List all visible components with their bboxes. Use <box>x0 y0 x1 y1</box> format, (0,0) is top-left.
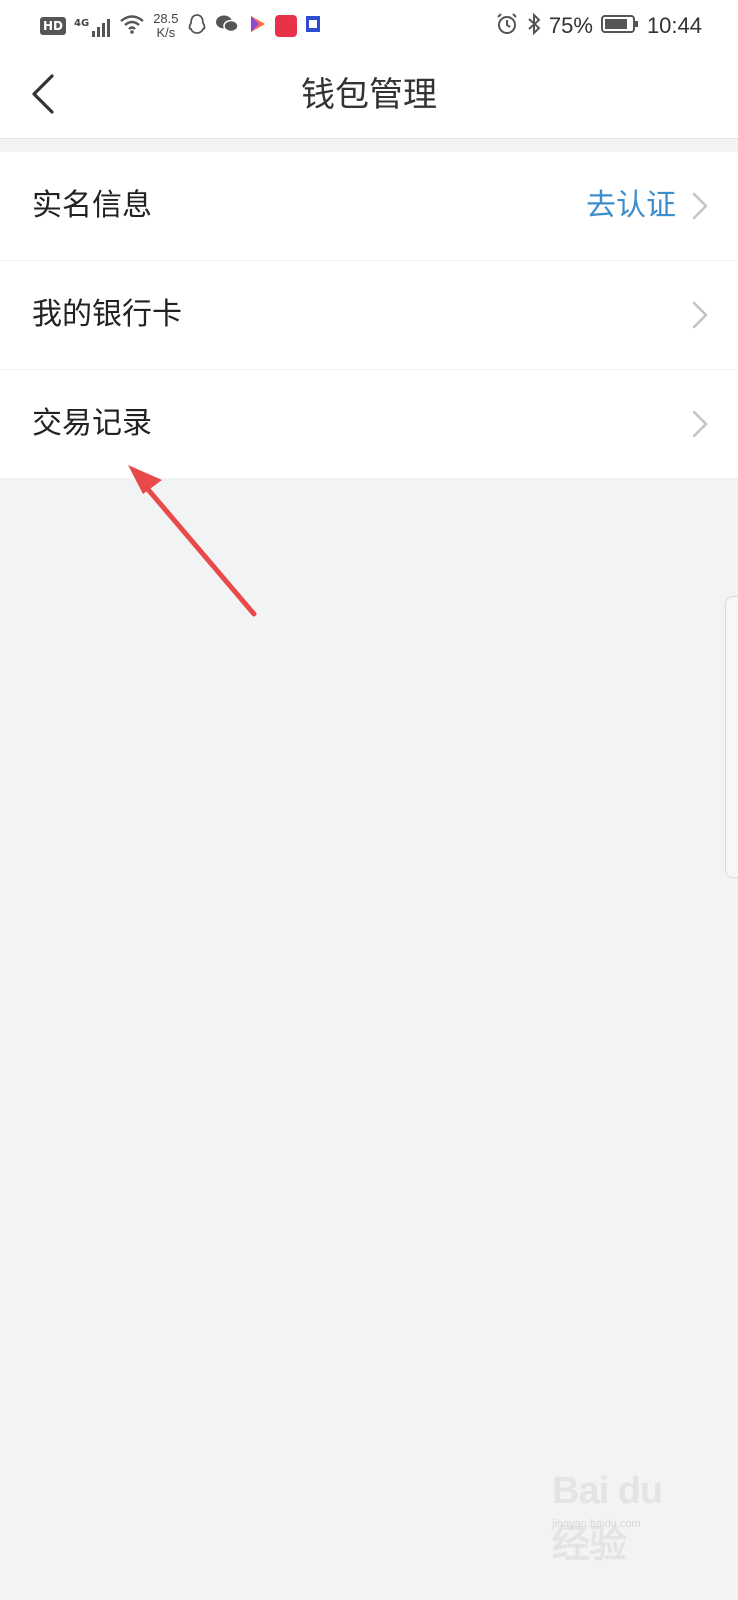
signal-icon: 4G <box>74 15 111 37</box>
menu-item-label: 我的银行卡 <box>32 297 182 332</box>
chevron-right-icon <box>692 410 708 438</box>
battery-percent: 75% <box>548 13 593 38</box>
back-button[interactable] <box>24 70 74 120</box>
status-right-group: 75% 10:44 <box>495 0 702 52</box>
nav-bar: 钱包管理 <box>0 52 738 139</box>
network-type: 4G <box>74 18 90 29</box>
watermark-url: jingyan.baidu.com <box>552 1518 641 1530</box>
chevron-right-icon <box>692 301 708 329</box>
video-app-icon <box>247 14 267 38</box>
alarm-icon <box>495 12 519 40</box>
chevron-right-icon <box>692 192 708 220</box>
speed-unit: K/s <box>156 25 176 40</box>
page-title: 钱包管理 <box>301 75 437 115</box>
clock: 10:44 <box>646 13 702 38</box>
menu-item-real-name-info[interactable]: 实名信息 去认证 <box>0 152 738 261</box>
wifi-icon <box>119 14 145 38</box>
bluetooth-icon <box>527 12 541 40</box>
network-speed: 28.5 K/s <box>153 12 178 40</box>
hd-badge: HD <box>40 17 67 35</box>
status-bar: HD 4G 28.5 K/s 75% 10:44 <box>0 0 738 52</box>
speed-value: 28.5 <box>153 11 179 26</box>
status-left-group: HD 4G 28.5 K/s <box>40 0 321 52</box>
menu-item-label: 实名信息 <box>32 188 152 223</box>
baidu-jingyan-watermark: Bai du 经验 jingyan.baidu.com <box>552 1470 687 1566</box>
menu-item-my-bank-cards[interactable]: 我的银行卡 <box>0 261 738 370</box>
annotation-arrow-icon <box>128 465 257 617</box>
wallet-menu-list: 实名信息 去认证 我的银行卡 交易记录 <box>0 152 738 478</box>
red-app-icon <box>274 15 297 37</box>
wechat-icon <box>215 14 239 38</box>
battery-icon <box>600 14 639 38</box>
ticket-app-icon <box>305 15 321 37</box>
verify-link[interactable]: 去认证 <box>586 152 676 260</box>
chevron-left-icon <box>32 74 54 114</box>
side-drawer-handle[interactable] <box>725 596 738 878</box>
qq-icon <box>187 13 207 39</box>
